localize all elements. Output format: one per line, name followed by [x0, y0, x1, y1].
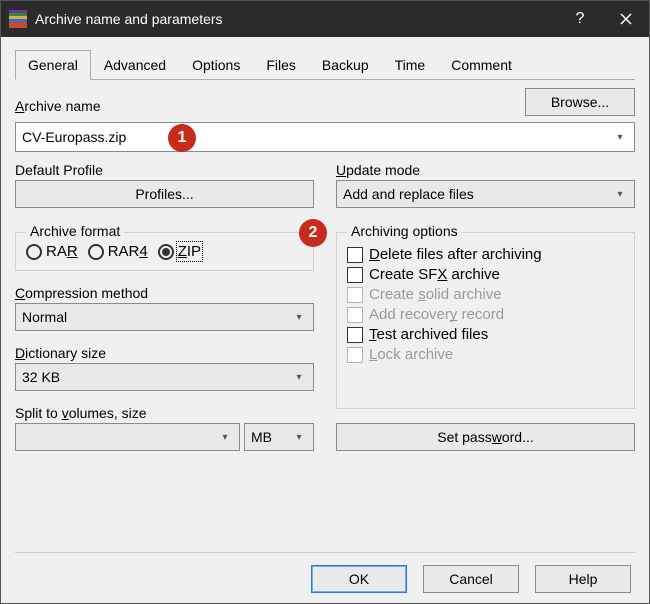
checkbox-icon	[347, 287, 363, 303]
help-button-footer[interactable]: Help	[535, 565, 631, 593]
split-unit-select[interactable]: MB ▾	[244, 423, 314, 451]
tab-general[interactable]: General	[15, 50, 91, 80]
tab-options[interactable]: Options	[179, 50, 253, 80]
radio-icon	[26, 244, 42, 260]
checkbox-icon	[347, 267, 363, 283]
checkbox-icon	[347, 307, 363, 323]
checkbox-icon	[347, 247, 363, 263]
window-title: Archive name and parameters	[35, 11, 557, 27]
chevron-down-icon: ▾	[217, 432, 233, 443]
format-rar4-radio[interactable]: RAR4	[88, 243, 148, 260]
cancel-button[interactable]: Cancel	[423, 565, 519, 593]
archive-name-field[interactable]: CV-Europass.zip ▾ 1	[15, 122, 635, 152]
split-volumes-label: Split to volumes, size	[15, 405, 314, 421]
callout-2: 2	[299, 219, 327, 247]
chevron-down-icon: ▾	[291, 312, 307, 323]
radio-icon	[88, 244, 104, 260]
opt-lock-archive: Lock archive	[347, 346, 624, 363]
archive-name-label: Archive name	[15, 98, 101, 114]
chevron-down-icon: ▾	[291, 372, 307, 383]
default-profile-label: Default Profile	[15, 162, 314, 178]
compression-method-select[interactable]: Normal ▾	[15, 303, 314, 331]
dictionary-size-select[interactable]: 32 KB ▾	[15, 363, 314, 391]
tab-time[interactable]: Time	[382, 50, 439, 80]
checkbox-icon	[347, 327, 363, 343]
format-rar-radio[interactable]: RAR	[26, 243, 78, 260]
opt-delete-files[interactable]: Delete files after archiving	[347, 246, 624, 263]
tab-strip: General Advanced Options Files Backup Ti…	[15, 49, 635, 80]
dialog-footer: OK Cancel Help	[15, 552, 635, 593]
set-password-button[interactable]: Set password...	[336, 423, 635, 451]
tab-body-general: Archive name Browse... CV-Europass.zip ▾…	[15, 88, 635, 552]
opt-create-sfx[interactable]: Create SFX archive	[347, 266, 624, 283]
dialog-window: Archive name and parameters ? General Ad…	[0, 0, 650, 604]
opt-create-solid: Create solid archive	[347, 286, 624, 303]
update-mode-label: Update mode	[336, 162, 635, 178]
format-zip-radio[interactable]: ZIP	[158, 243, 201, 260]
checkbox-icon	[347, 347, 363, 363]
chevron-down-icon: ▾	[612, 132, 628, 143]
opt-test-files[interactable]: Test archived files	[347, 326, 624, 343]
archive-format-legend: Archive format	[26, 223, 124, 239]
radio-icon	[158, 244, 174, 260]
title-bar: Archive name and parameters ?	[1, 1, 649, 37]
archiving-options-legend: Archiving options	[347, 223, 462, 239]
tab-files[interactable]: Files	[253, 50, 309, 80]
profiles-button[interactable]: Profiles...	[15, 180, 314, 208]
chevron-down-icon: ▾	[291, 432, 307, 443]
browse-button[interactable]: Browse...	[525, 88, 635, 116]
client-area: General Advanced Options Files Backup Ti…	[1, 37, 649, 603]
ok-button[interactable]: OK	[311, 565, 407, 593]
split-size-field[interactable]: ▾	[15, 423, 240, 451]
archive-name-value: CV-Europass.zip	[22, 129, 612, 145]
tab-comment[interactable]: Comment	[438, 50, 525, 80]
opt-add-recovery: Add recovery record	[347, 306, 624, 323]
chevron-down-icon: ▾	[612, 189, 628, 200]
compression-method-label: Compression method	[15, 285, 314, 301]
tab-backup[interactable]: Backup	[309, 50, 382, 80]
dictionary-size-label: Dictionary size	[15, 345, 314, 361]
help-button[interactable]: ?	[557, 1, 603, 37]
tab-advanced[interactable]: Advanced	[91, 50, 179, 80]
update-mode-select[interactable]: Add and replace files ▾	[336, 180, 635, 208]
app-icon	[9, 10, 27, 28]
close-button[interactable]	[603, 1, 649, 37]
